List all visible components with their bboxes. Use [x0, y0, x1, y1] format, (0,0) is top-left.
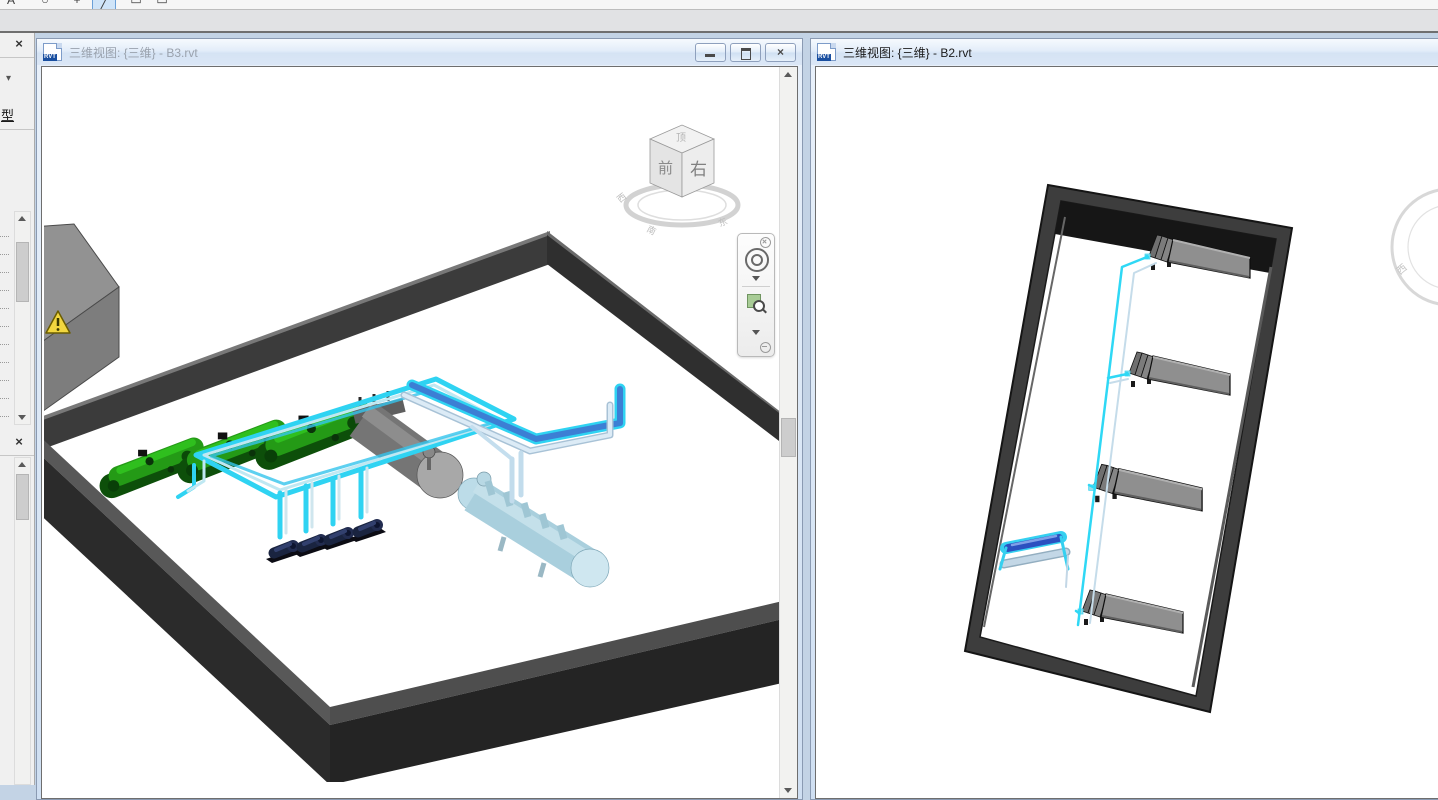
- properties-close-button[interactable]: ×: [10, 35, 28, 53]
- thin-lines-icon[interactable]: ╱: [92, 0, 116, 10]
- viewport-b3[interactable]: 西 南 东 顶 前 右: [41, 66, 798, 799]
- view-window-b3: RVT 三维视图: {三维} - B3.rvt ×: [36, 38, 803, 800]
- window-title: 三维视图: {三维} - B2.rvt: [843, 44, 972, 61]
- scroll-thumb[interactable]: [16, 242, 29, 302]
- browser-close-button[interactable]: ×: [10, 433, 28, 451]
- navbar-close-icon[interactable]: [760, 237, 771, 248]
- window-title: 三维视图: {三维} - B3.rvt: [69, 44, 198, 61]
- close-button[interactable]: ×: [765, 43, 796, 62]
- divider: [742, 286, 770, 287]
- titlebar-b3[interactable]: RVT 三维视图: {三维} - B3.rvt ×: [37, 39, 802, 65]
- divider: [0, 57, 34, 58]
- type-selector-dropdown-icon[interactable]: ▾: [6, 73, 11, 84]
- properties-scrollbar[interactable]: [14, 211, 31, 425]
- revit-mdi-workspace: { "ribbon_icons": [ {"name": "text-a-ico…: [0, 0, 1438, 785]
- scroll-up-icon[interactable]: [18, 216, 26, 221]
- zoom-icon[interactable]: [747, 294, 761, 308]
- switch-windows-icon[interactable]: ▭: [152, 0, 172, 8]
- titlebar-b2[interactable]: RVT 三维视图: {三维} - B2.rvt: [811, 39, 1438, 65]
- viewport-scrollbar[interactable]: [779, 67, 797, 798]
- navbar-minimize-icon[interactable]: [760, 342, 771, 353]
- scroll-down-icon[interactable]: [784, 788, 792, 793]
- svg-text:右: 右: [690, 160, 707, 179]
- viewcube-compass-partial[interactable]: 西: [1392, 189, 1438, 305]
- circle-tool-icon[interactable]: ○: [36, 0, 54, 8]
- properties-panel-sliver: × ▾ 型: [0, 33, 35, 431]
- text-a-icon[interactable]: A: [2, 0, 20, 8]
- restore-button[interactable]: [730, 43, 761, 62]
- scene-b2-fan-room[interactable]: 西: [816, 67, 1438, 782]
- scroll-thumb[interactable]: [781, 418, 796, 457]
- view-window-b2: RVT 三维视图: {三维} - B2.rvt: [810, 38, 1438, 800]
- viewport-b2[interactable]: 西: [815, 66, 1438, 799]
- scroll-up-icon[interactable]: [784, 72, 792, 77]
- compass-west-label: 西: [1395, 262, 1410, 277]
- pump-4[interactable]: [350, 519, 386, 542]
- scroll-down-icon[interactable]: [18, 415, 26, 420]
- pump-1[interactable]: [266, 540, 302, 563]
- svg-text:前: 前: [658, 160, 673, 177]
- scroll-up-icon[interactable]: [18, 462, 26, 467]
- close-hidden-windows-icon[interactable]: ▭: [126, 0, 146, 8]
- scroll-thumb[interactable]: [16, 474, 29, 520]
- ribbon-bottom-strip: A ○ + ╱ ▭ ▭: [0, 0, 1438, 10]
- property-grid-rows: [0, 219, 9, 435]
- steering-wheel-icon[interactable]: [745, 248, 769, 272]
- navigation-bar[interactable]: [737, 233, 775, 357]
- manifold-tank[interactable]: [458, 472, 609, 587]
- divider: [0, 455, 34, 456]
- zoom-dropdown-icon[interactable]: [752, 330, 760, 335]
- svg-text:顶: 顶: [676, 132, 686, 144]
- browser-scrollbar[interactable]: [14, 457, 31, 785]
- minimize-button[interactable]: [695, 43, 726, 62]
- viewcube[interactable]: 西 南 东 顶 前 右: [612, 111, 762, 239]
- rvt-file-icon: RVT: [817, 43, 836, 61]
- edit-type-link[interactable]: 型: [1, 105, 14, 124]
- menu-strip: [0, 10, 1438, 33]
- plus-tool-icon[interactable]: +: [70, 0, 84, 8]
- divider: [0, 129, 34, 130]
- project-browser-sliver: ×: [0, 431, 35, 785]
- rvt-file-icon: RVT: [43, 43, 62, 61]
- wheel-dropdown-icon[interactable]: [752, 276, 760, 281]
- room-walls[interactable]: [44, 231, 780, 782]
